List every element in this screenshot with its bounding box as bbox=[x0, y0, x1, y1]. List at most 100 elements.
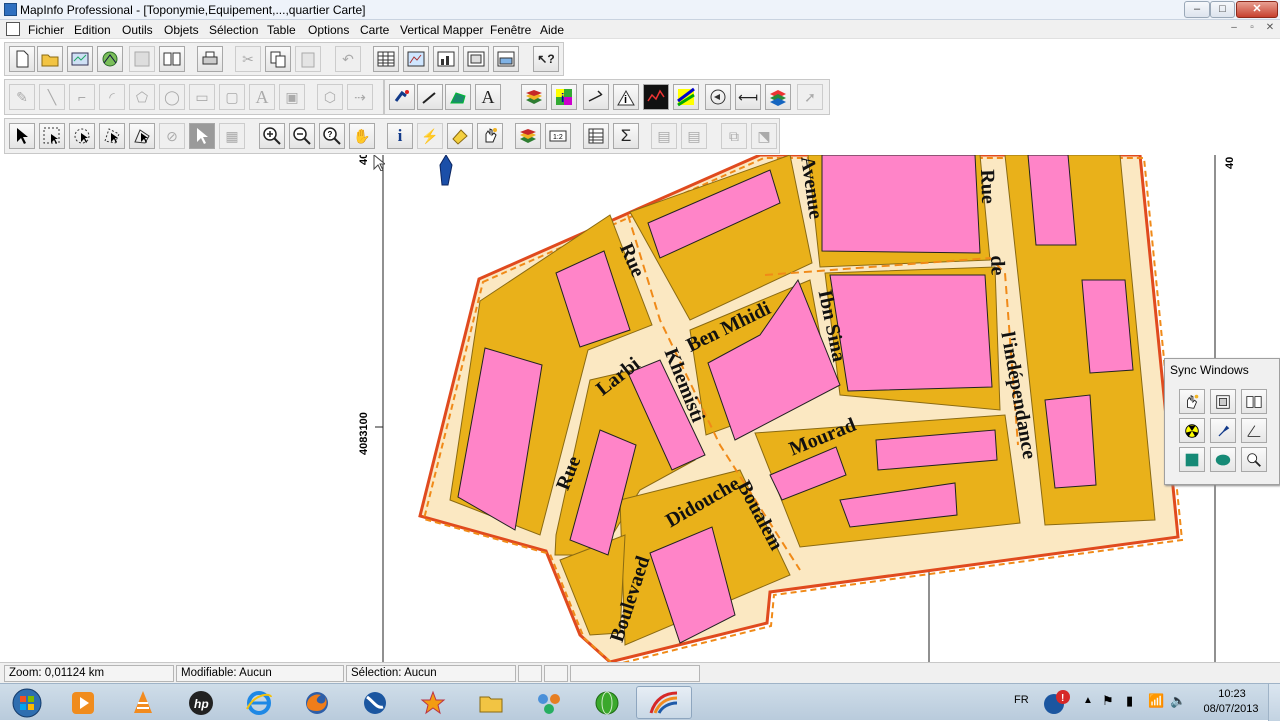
save-copy-icon[interactable] bbox=[159, 46, 185, 72]
frame-icon[interactable]: ▣ bbox=[279, 84, 305, 110]
menu-outils[interactable]: Outils bbox=[122, 23, 153, 37]
line-icon[interactable]: ╲ bbox=[39, 84, 65, 110]
region-style-icon[interactable] bbox=[445, 84, 471, 110]
grabber-icon[interactable]: ✋ bbox=[349, 123, 375, 149]
menu-edition[interactable]: Edition bbox=[74, 23, 111, 37]
boundary-select-icon[interactable] bbox=[129, 123, 155, 149]
status-zoom[interactable]: Zoom: 0,01124 km bbox=[4, 665, 174, 682]
distance-icon[interactable] bbox=[583, 84, 609, 110]
notification-alert-icon[interactable]: ! bbox=[1042, 689, 1070, 715]
status-selection[interactable]: Sélection: Aucun bbox=[346, 665, 516, 682]
zoom-in-icon[interactable] bbox=[259, 123, 285, 149]
print-icon[interactable] bbox=[197, 46, 223, 72]
line-style-icon[interactable] bbox=[417, 84, 443, 110]
show-desktop-button[interactable] bbox=[1268, 684, 1280, 721]
polyline-icon[interactable]: ⌐ bbox=[69, 84, 95, 110]
doc-minimize-button[interactable]: ‒ bbox=[1226, 22, 1242, 36]
marquee-select-icon[interactable] bbox=[39, 123, 65, 149]
grid-icon[interactable] bbox=[673, 84, 699, 110]
zoom-out-icon[interactable] bbox=[289, 123, 315, 149]
doc-close-button[interactable]: ✕ bbox=[1262, 22, 1278, 36]
sync-icon[interactable] bbox=[765, 84, 791, 110]
sync-line-icon[interactable] bbox=[1241, 418, 1267, 443]
cut-icon[interactable]: ✂ bbox=[235, 46, 261, 72]
menu-fenetre[interactable]: Fenêtre bbox=[490, 23, 531, 37]
map-window[interactable]: 40 4083100 40 Rue Avenue Rue de Ben Mhid… bbox=[0, 155, 1280, 662]
hp-icon[interactable]: hp bbox=[176, 686, 226, 719]
network-status-icon[interactable]: 📶 bbox=[1148, 693, 1164, 709]
open-dbms-icon[interactable] bbox=[97, 46, 123, 72]
action-center-icon[interactable]: ⚑ bbox=[1102, 693, 1114, 709]
polygon-icon[interactable]: ⬠ bbox=[129, 84, 155, 110]
thematic-icon[interactable]: i bbox=[551, 84, 577, 110]
clock-date[interactable]: 08/07/2013 bbox=[1198, 703, 1264, 715]
document-icon[interactable] bbox=[6, 22, 20, 36]
undo-icon[interactable]: ↶ bbox=[335, 46, 361, 72]
statistics-icon[interactable]: ⟻ bbox=[735, 84, 761, 110]
sync-layout-icon[interactable] bbox=[1210, 389, 1236, 414]
menu-selection[interactable]: Sélection bbox=[209, 23, 258, 37]
new-browser-icon[interactable] bbox=[373, 46, 399, 72]
sync-book-icon[interactable] bbox=[1241, 389, 1267, 414]
minimize-button[interactable]: ‒ bbox=[1184, 1, 1210, 18]
clip-region-icon[interactable]: ⬔ bbox=[751, 123, 777, 149]
select-arrow-icon[interactable]: ➚ bbox=[797, 84, 823, 110]
vlc-icon[interactable] bbox=[118, 686, 168, 719]
polygon-select-icon[interactable] bbox=[99, 123, 125, 149]
radius-select-icon[interactable] bbox=[69, 123, 95, 149]
new-icon[interactable] bbox=[9, 46, 35, 72]
label-tool-icon[interactable] bbox=[447, 123, 473, 149]
globe-app-icon[interactable] bbox=[582, 686, 632, 719]
sync-ellipse-icon[interactable] bbox=[1210, 447, 1236, 472]
select-icon[interactable] bbox=[9, 123, 35, 149]
scale-bar-icon[interactable]: ⧉ bbox=[721, 123, 747, 149]
info-icon[interactable]: i bbox=[613, 84, 639, 110]
graph-select-icon[interactable] bbox=[189, 123, 215, 149]
legend-a-icon[interactable]: ▤ bbox=[651, 123, 677, 149]
clock-time[interactable]: 10:23 bbox=[1204, 688, 1260, 700]
volume-icon[interactable]: 🔈 bbox=[1170, 693, 1186, 709]
doc-restore-button[interactable]: ▫ bbox=[1244, 22, 1260, 36]
text-style-icon[interactable]: A bbox=[475, 84, 501, 110]
rotate-icon[interactable] bbox=[705, 84, 731, 110]
rounded-rect-icon[interactable]: ▢ bbox=[219, 84, 245, 110]
game-icon[interactable] bbox=[408, 686, 458, 719]
status-modifiable[interactable]: Modifiable: Aucun bbox=[176, 665, 344, 682]
hotlink-icon[interactable] bbox=[389, 84, 415, 110]
maximize-button[interactable]: □ bbox=[1210, 1, 1235, 18]
start-orb-icon[interactable] bbox=[2, 686, 52, 719]
sync-square-icon[interactable] bbox=[1179, 447, 1205, 472]
legend-b-icon[interactable]: ▤ bbox=[681, 123, 707, 149]
sync-radiation-icon[interactable] bbox=[1179, 418, 1205, 443]
layer-control-icon[interactable] bbox=[521, 84, 547, 110]
language-indicator[interactable]: FR bbox=[1014, 694, 1029, 706]
internet-explorer-icon[interactable] bbox=[234, 686, 284, 719]
layer-control-icon[interactable] bbox=[515, 123, 541, 149]
copy-icon[interactable] bbox=[265, 46, 291, 72]
symbol-icon[interactable]: ✎ bbox=[9, 84, 35, 110]
drag-window-icon[interactable] bbox=[477, 123, 503, 149]
menu-table[interactable]: Table bbox=[267, 23, 296, 37]
media-player-icon[interactable] bbox=[58, 686, 108, 719]
new-layout-icon[interactable] bbox=[463, 46, 489, 72]
sync-hand-icon[interactable] bbox=[1179, 389, 1205, 414]
menu-objets[interactable]: Objets bbox=[164, 23, 199, 37]
menu-options[interactable]: Options bbox=[308, 23, 349, 37]
battery-icon[interactable]: ▮ bbox=[1126, 693, 1133, 709]
menu-carte[interactable]: Carte bbox=[360, 23, 389, 37]
statistics-sum-icon[interactable]: Σ bbox=[613, 123, 639, 149]
unselect-icon[interactable]: ⊘ bbox=[159, 123, 185, 149]
text-icon[interactable]: A bbox=[249, 84, 275, 110]
firefox-icon[interactable] bbox=[292, 686, 342, 719]
save-icon[interactable] bbox=[129, 46, 155, 72]
legend-icon[interactable] bbox=[643, 84, 669, 110]
google-earth-icon[interactable] bbox=[350, 686, 400, 719]
paste-icon[interactable] bbox=[295, 46, 321, 72]
browser-icon[interactable] bbox=[583, 123, 609, 149]
sync-zoom-icon[interactable] bbox=[1241, 447, 1267, 472]
sync-pin-icon[interactable] bbox=[1210, 418, 1236, 443]
file-explorer-icon[interactable] bbox=[466, 686, 516, 719]
network-icon[interactable] bbox=[524, 686, 574, 719]
reshape-icon[interactable]: ⬡ bbox=[317, 84, 343, 110]
show-hidden-icons-icon[interactable]: ▲ bbox=[1083, 695, 1093, 706]
